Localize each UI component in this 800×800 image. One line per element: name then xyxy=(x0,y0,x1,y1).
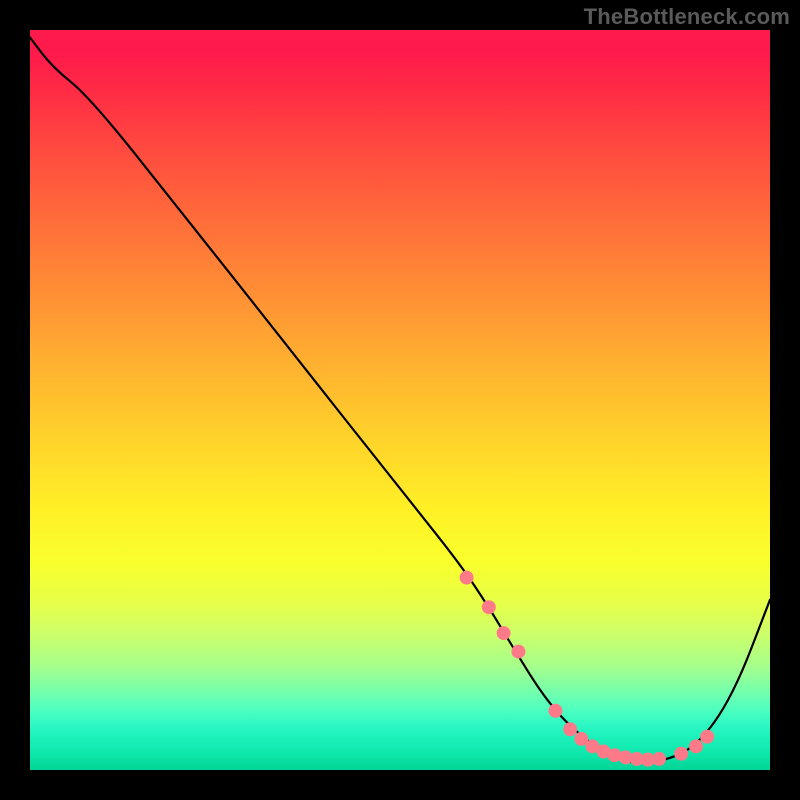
highlight-marker xyxy=(548,704,562,718)
highlight-marker xyxy=(482,600,496,614)
highlight-marker xyxy=(460,571,474,585)
bottleneck-curve xyxy=(30,37,770,762)
highlight-markers xyxy=(460,571,714,767)
chart-svg xyxy=(30,30,770,770)
highlight-marker xyxy=(497,626,511,640)
highlight-marker xyxy=(652,752,666,766)
highlight-marker xyxy=(689,739,703,753)
highlight-marker xyxy=(674,747,688,761)
highlight-marker xyxy=(563,722,577,736)
watermark-text: TheBottleneck.com xyxy=(584,4,790,30)
highlight-marker xyxy=(511,645,525,659)
highlight-marker xyxy=(700,730,714,744)
plot-area xyxy=(30,30,770,770)
